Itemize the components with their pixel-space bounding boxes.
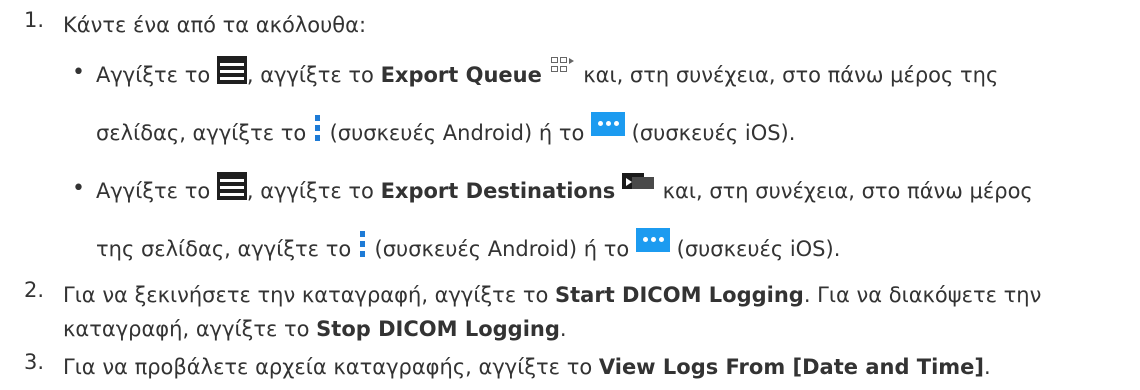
step-number: 1. [24, 8, 45, 32]
bullet-1-line-2: σελίδας, αγγίξτε το (συσκευές Android) ή… [96, 109, 1136, 158]
vertical-dots-icon [358, 231, 368, 257]
export-queue-icon [549, 55, 577, 77]
step-number: 2. [24, 278, 45, 302]
bullet-marker: • [72, 176, 85, 201]
start-dicom-logging-label: Start DICOM Logging [555, 283, 804, 307]
step-text: Για να προβάλετε αρχεία καταγραφής, αγγί… [63, 355, 991, 379]
stop-dicom-logging-label: Stop DICOM Logging [316, 317, 560, 341]
bullet-2-line-1: Αγγίξτε το , αγγίξτε το Export Destinati… [96, 167, 1136, 216]
instructions-document: 1. Κάντε ένα από τα ακόλουθα: • Αγγίξτε … [0, 0, 1140, 390]
export-destinations-icon [621, 170, 656, 194]
hamburger-menu-icon [216, 172, 247, 200]
step-number: 3. [24, 350, 45, 374]
bullet-1-line-1: Αγγίξτε το , αγγίξτε το Export Queue και… [96, 51, 1136, 100]
step-text: Για να ξεκινήσετε την καταγραφή, αγγίξτε… [63, 283, 1042, 341]
horizontal-dots-icon [635, 228, 670, 252]
bullet-2-line-2: της σελίδας, αγγίξτε το (συσκευές Androi… [96, 225, 1136, 274]
horizontal-dots-icon [591, 112, 625, 136]
vertical-dots-icon [313, 115, 323, 141]
export-destinations-label: Export Destinations [380, 179, 616, 203]
step-text: Κάντε ένα από τα ακόλουθα: [63, 13, 367, 37]
view-logs-label: View Logs From [Date and Time] [598, 355, 985, 379]
hamburger-menu-icon [216, 56, 247, 84]
bullet-marker: • [72, 60, 85, 85]
export-queue-label: Export Queue [380, 63, 542, 87]
